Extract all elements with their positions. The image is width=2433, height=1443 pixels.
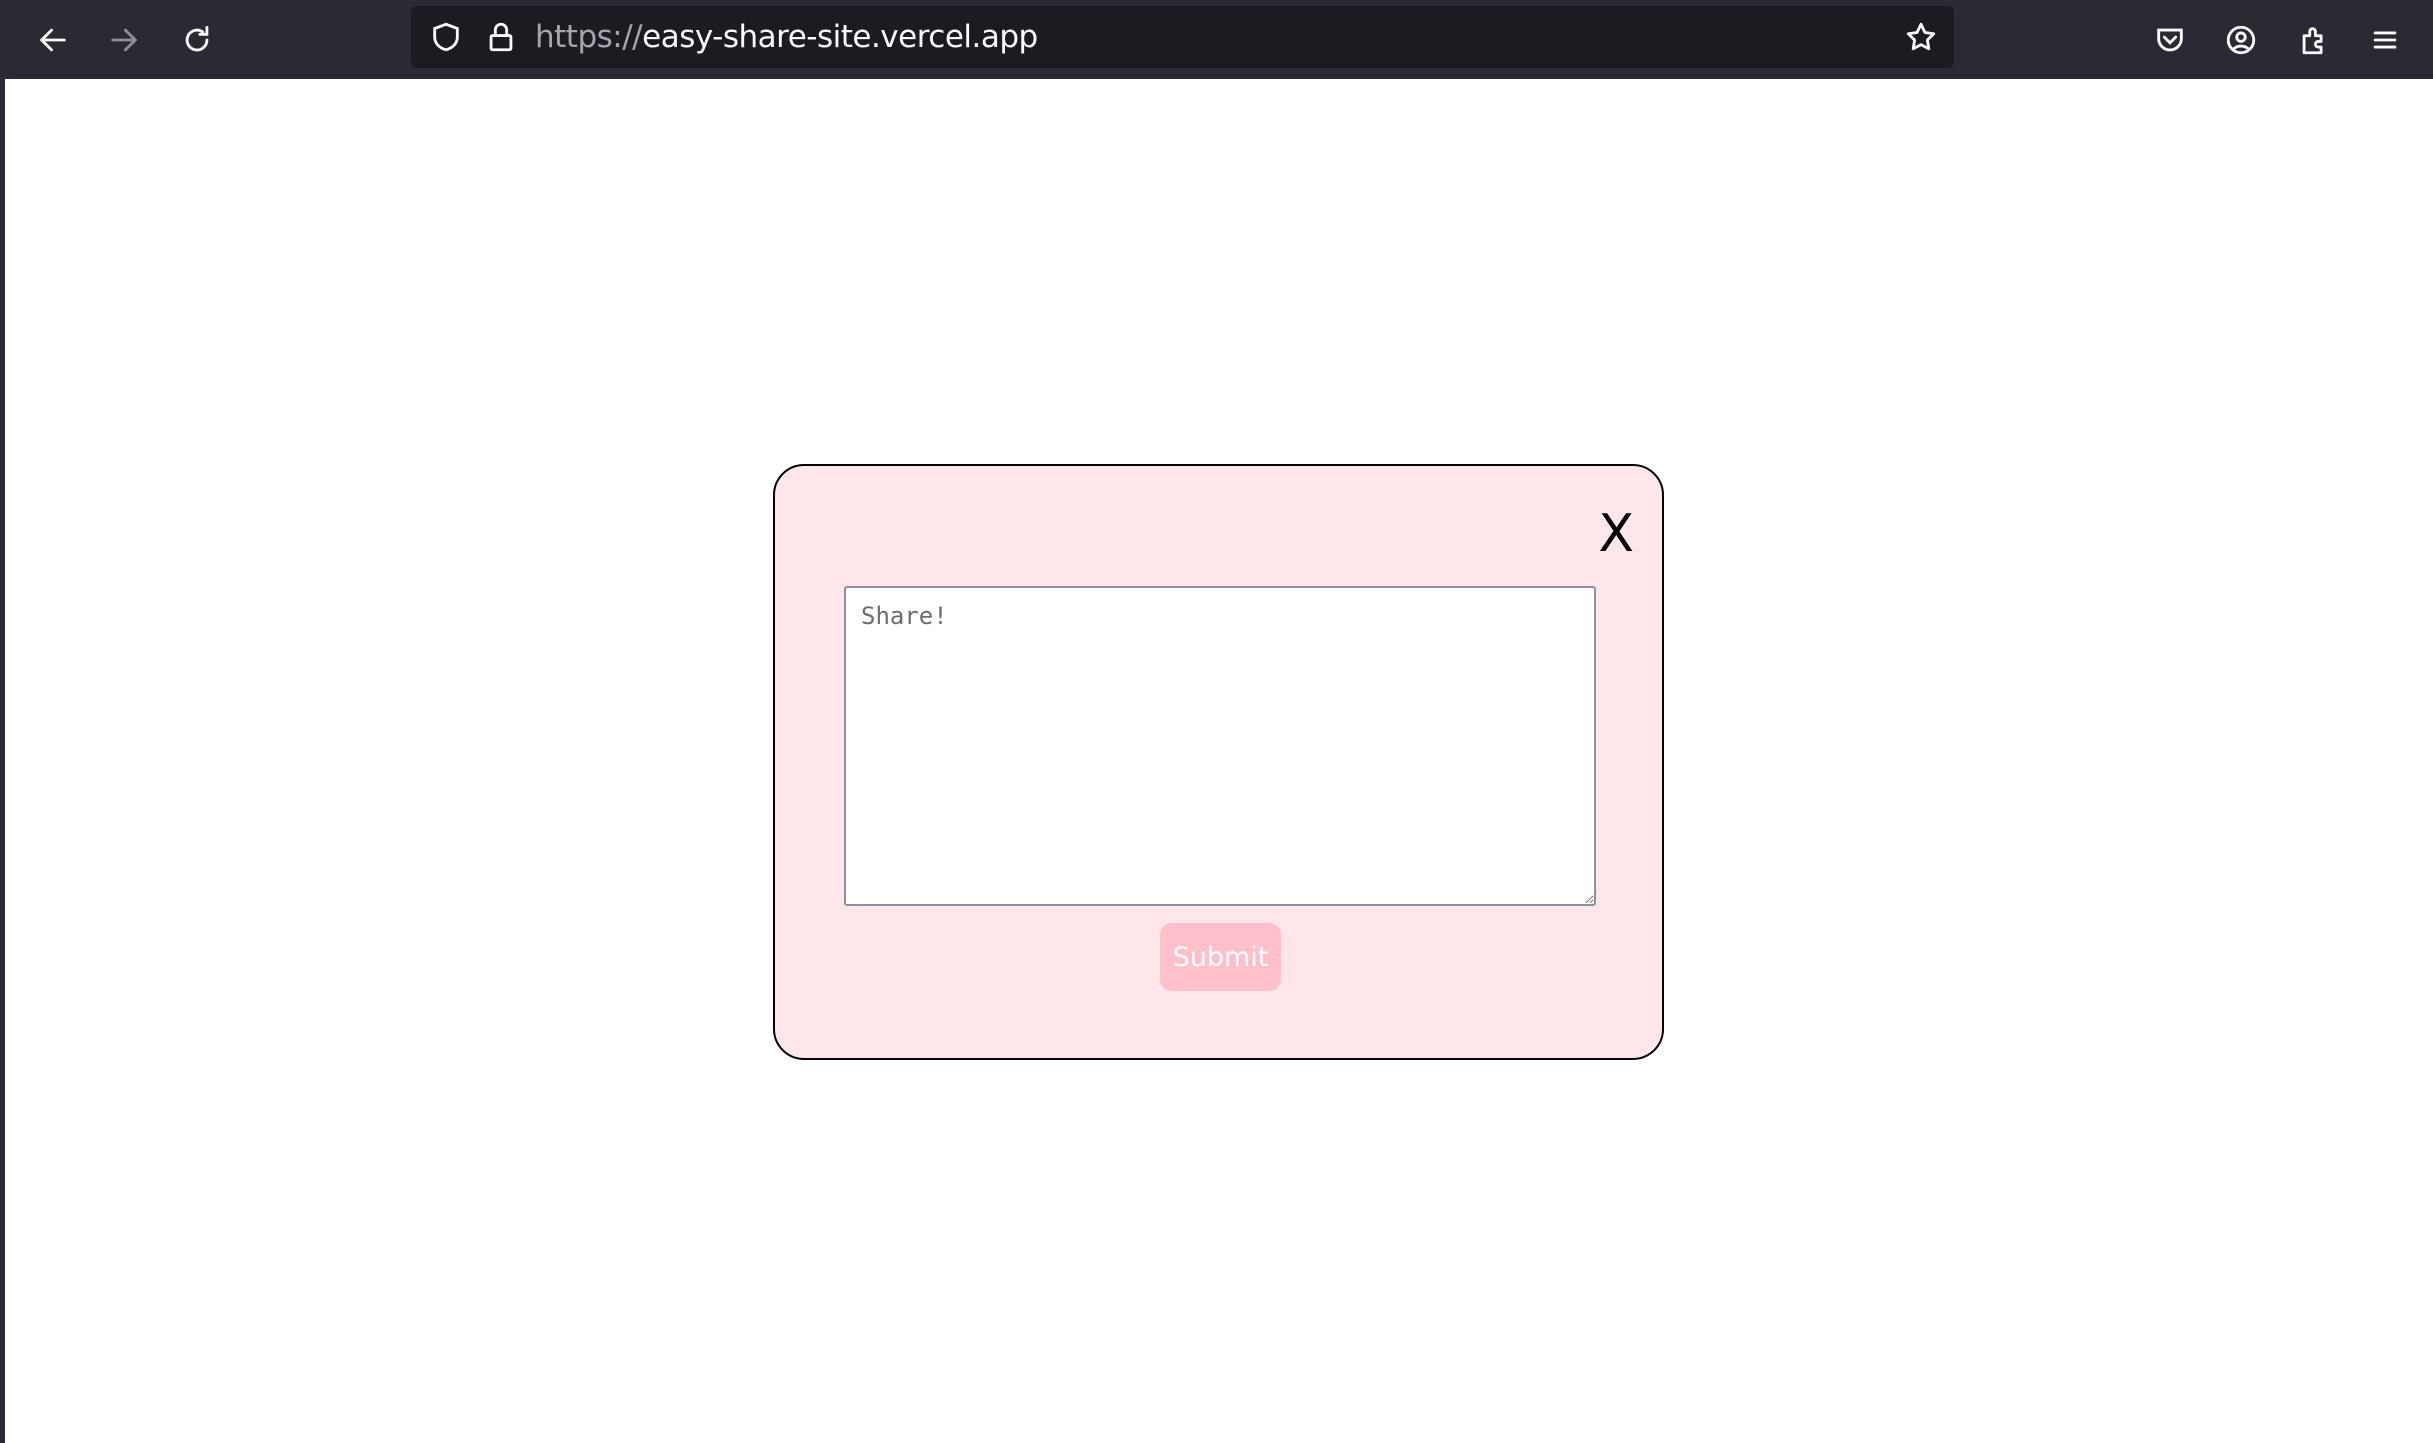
share-modal: X Submit xyxy=(773,464,1664,1060)
star-icon[interactable] xyxy=(1901,17,1941,57)
browser-toolbar: https://easy-share-site.vercel.app xyxy=(0,0,2433,79)
share-textarea[interactable] xyxy=(844,586,1596,906)
shield-icon[interactable] xyxy=(426,17,466,57)
extensions-icon[interactable] xyxy=(2294,20,2334,60)
reload-icon[interactable] xyxy=(177,20,217,60)
url-bar[interactable]: https://easy-share-site.vercel.app xyxy=(411,6,1954,68)
url-text[interactable]: https://easy-share-site.vercel.app xyxy=(535,6,1038,68)
account-icon[interactable] xyxy=(2221,20,2261,60)
menu-icon[interactable] xyxy=(2365,20,2405,60)
pocket-icon[interactable] xyxy=(2150,20,2190,60)
lock-icon[interactable] xyxy=(481,17,521,57)
url-host: easy-share-site.vercel.app xyxy=(642,19,1038,55)
back-icon[interactable] xyxy=(33,20,73,60)
window-edge xyxy=(0,79,5,1443)
submit-button[interactable]: Submit xyxy=(1160,923,1281,991)
forward-icon[interactable] xyxy=(104,20,144,60)
url-scheme: https:// xyxy=(535,19,643,55)
close-button[interactable]: X xyxy=(1598,504,1634,564)
